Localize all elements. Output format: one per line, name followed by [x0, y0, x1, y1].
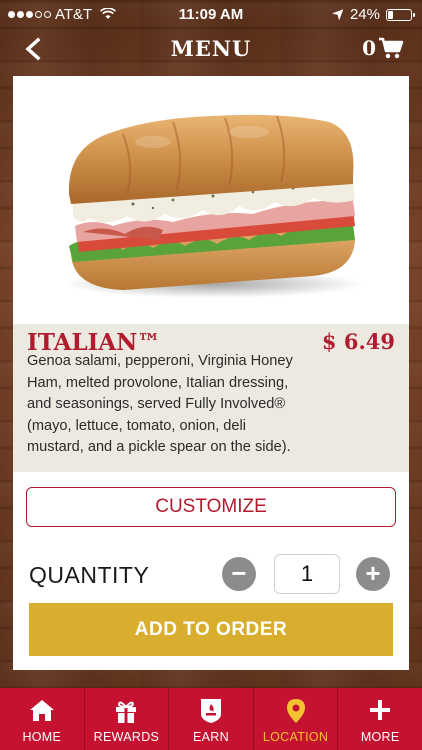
- battery-icon: [386, 8, 415, 21]
- product-price: $ 6.49: [321, 329, 395, 354]
- tab-location[interactable]: LOCATION: [254, 688, 339, 750]
- plus-icon: [338, 698, 422, 724]
- tab-label: MORE: [360, 730, 400, 744]
- location-arrow-icon: [328, 5, 347, 24]
- bottom-tab-bar: HOME REWARDS EARN LOCATION MORE: [0, 688, 422, 750]
- product-card: ITALIAN™ $ 6.49 Genoa salami, pepperoni,…: [13, 76, 409, 670]
- product-description: Genoa salami, pepperoni, Virginia Honey …: [27, 353, 293, 455]
- cart-icon: [379, 37, 404, 59]
- tab-earn[interactable]: EARN: [169, 688, 254, 750]
- home-icon: [0, 698, 84, 724]
- decrease-quantity-button[interactable]: −: [222, 557, 256, 591]
- tab-more[interactable]: MORE: [338, 688, 422, 750]
- customize-button[interactable]: CUSTOMIZE: [26, 487, 396, 527]
- cart-count: 0: [362, 36, 376, 60]
- tab-rewards[interactable]: REWARDS: [85, 688, 170, 750]
- sandwich-image: [63, 114, 363, 298]
- tab-label: REWARDS: [93, 730, 160, 744]
- tab-label: EARN: [193, 730, 229, 744]
- location-pin-icon: [254, 698, 338, 724]
- badge-icon: [169, 698, 253, 724]
- increase-quantity-button[interactable]: +: [356, 557, 390, 591]
- quantity-input[interactable]: [274, 554, 340, 594]
- tab-label: HOME: [22, 730, 62, 744]
- status-right: 24%: [331, 6, 415, 23]
- minus-icon: −: [231, 558, 247, 588]
- cart-button[interactable]: 0: [362, 36, 404, 60]
- tab-label: LOCATION: [262, 730, 329, 744]
- page-title: MENU: [170, 36, 252, 61]
- quantity-label: QUANTITY: [29, 562, 150, 588]
- plus-icon: +: [365, 558, 381, 588]
- product-info: ITALIAN™ $ 6.49 Genoa salami, pepperoni,…: [13, 324, 409, 472]
- battery-level-fill: [388, 10, 394, 19]
- product-image: [13, 76, 409, 324]
- nav-header: MENU 0: [0, 30, 422, 70]
- add-to-order-button[interactable]: ADD TO ORDER: [29, 603, 393, 656]
- gift-icon: [85, 698, 169, 724]
- tab-home[interactable]: HOME: [0, 688, 85, 750]
- battery-percent: 24%: [349, 6, 380, 23]
- status-bar: AT&T 11:09 AM 24%: [0, 0, 422, 30]
